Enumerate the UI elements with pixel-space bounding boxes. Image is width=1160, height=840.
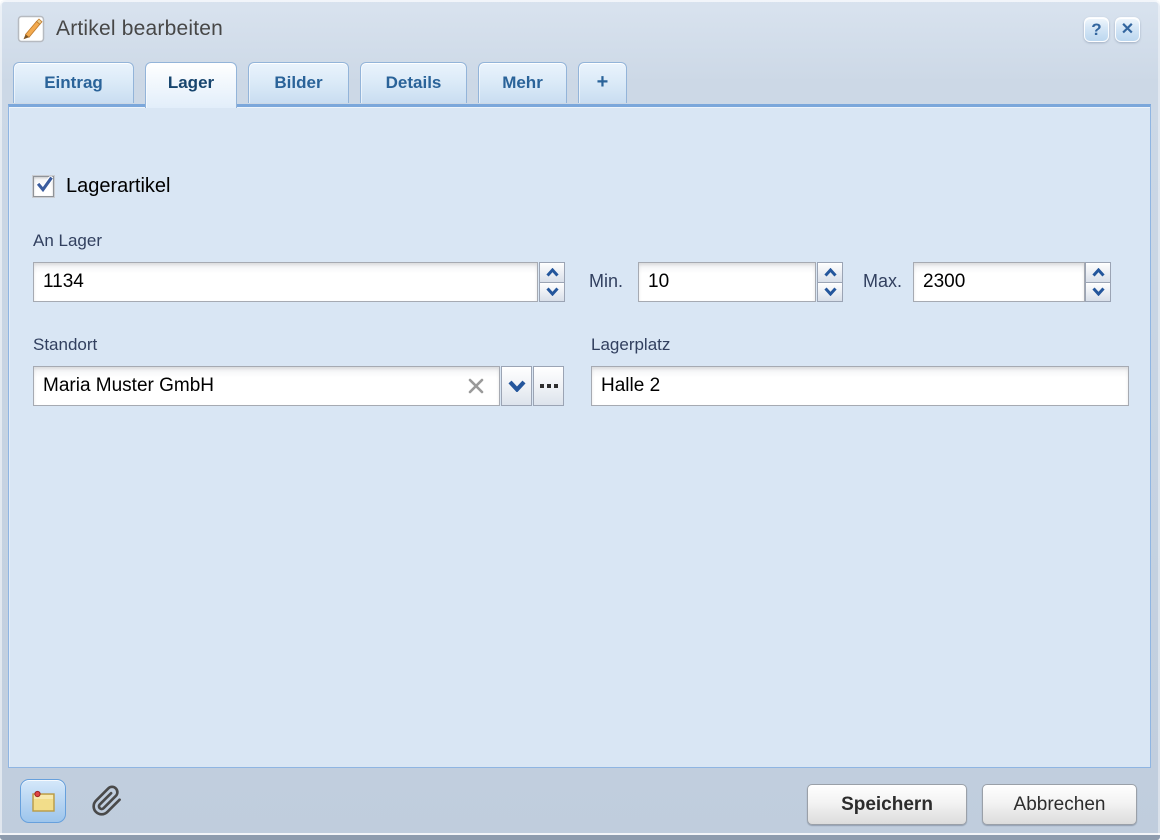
chevron-down-icon[interactable] [1085,282,1111,303]
tab-eintrag[interactable]: Eintrag [13,62,134,103]
chevron-down-icon[interactable] [539,282,565,303]
paperclip-icon [91,783,123,819]
standort-browse-button[interactable] [533,366,564,406]
tab-mehr[interactable]: Mehr [478,62,567,103]
tab-add[interactable]: + [578,62,627,103]
close-button[interactable]: ✕ [1115,17,1140,42]
min-label: Min. [589,271,623,292]
an-lager-input[interactable] [33,262,538,302]
min-input[interactable] [638,262,816,302]
max-label: Max. [863,271,902,292]
standort-input[interactable] [33,366,500,406]
lagerartikel-row: Lagerartikel [33,175,171,198]
title-bar: Artikel bearbeiten ? ✕ [0,0,1160,62]
chevron-up-icon[interactable] [817,262,843,282]
an-lager-label: An Lager [33,231,102,251]
min-spinner [817,262,843,302]
tab-bilder[interactable]: Bilder [248,62,349,103]
lagerartikel-checkbox[interactable] [33,176,54,197]
pencil-edit-icon [17,15,45,43]
footer-bar: Speichern Abbrechen [0,768,1160,835]
an-lager-spinner [539,262,565,302]
max-input[interactable] [913,262,1085,302]
ellipsis-icon [540,384,558,388]
dialog-title: Artikel bearbeiten [56,17,223,41]
cancel-button[interactable]: Abbrechen [982,784,1137,825]
help-button[interactable]: ? [1084,17,1109,42]
lagerartikel-label: Lagerartikel [66,175,171,198]
standort-label: Standort [33,335,97,355]
lagerplatz-label: Lagerplatz [591,335,670,355]
chevron-down-icon [508,380,526,392]
sticky-note-icon [28,786,58,816]
chevron-up-icon[interactable] [539,262,565,282]
chevron-down-icon[interactable] [817,282,843,303]
lager-tab-panel: Lagerartikel An Lager Min. Max. [8,104,1151,768]
checkbox-checkmark-icon [36,174,53,196]
tab-lager[interactable]: Lager [145,62,237,108]
clear-x-icon[interactable] [467,377,485,395]
standort-dropdown-button[interactable] [501,366,532,406]
dialog-window: Artikel bearbeiten ? ✕ Eintrag Lager Bil… [0,0,1160,840]
tab-details[interactable]: Details [360,62,467,103]
chevron-up-icon[interactable] [1085,262,1111,282]
lagerplatz-input[interactable] [591,366,1129,406]
save-button[interactable]: Speichern [807,784,967,825]
tab-bar: Eintrag Lager Bilder Details Mehr + [13,62,638,107]
attachment-button[interactable] [88,780,126,822]
notes-button[interactable] [20,779,66,823]
max-spinner [1085,262,1111,302]
